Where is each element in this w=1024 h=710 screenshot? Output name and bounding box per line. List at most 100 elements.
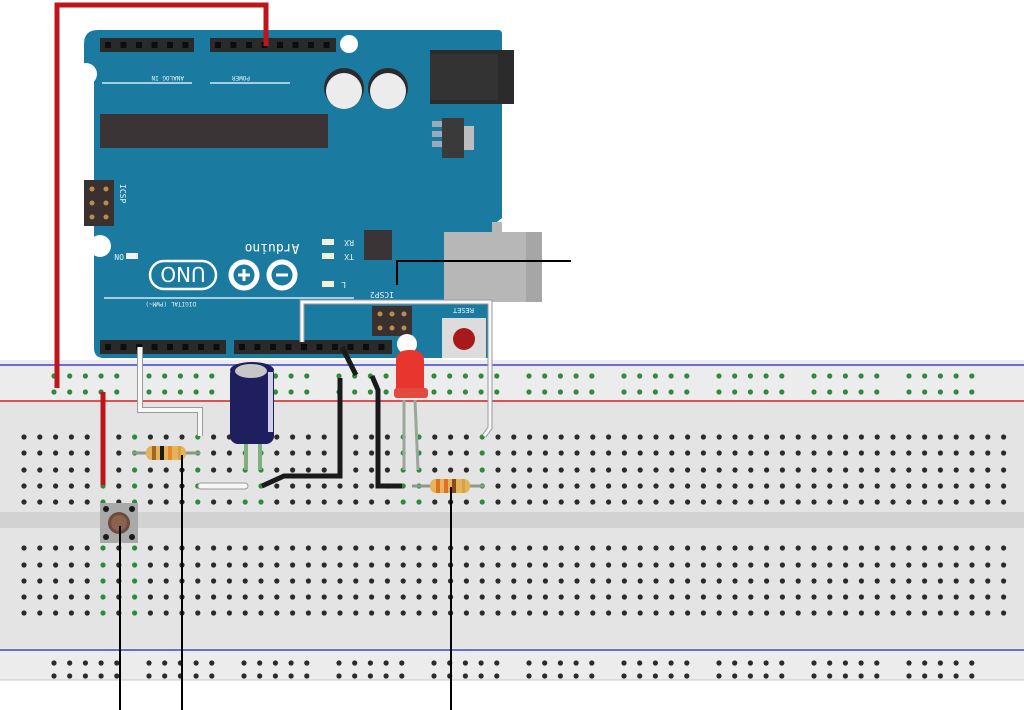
top-rail-hole	[462, 373, 468, 379]
top-rail-hole	[763, 389, 769, 395]
terminal-hole	[874, 499, 880, 505]
terminal-hole	[369, 562, 375, 568]
header-pin[interactable]	[332, 344, 338, 350]
terminal-hole	[290, 434, 296, 440]
terminal-hole	[685, 483, 691, 489]
terminal-hole	[195, 545, 201, 551]
header-pin[interactable]	[246, 42, 252, 48]
bottom-rail-hole	[652, 660, 659, 666]
terminal-hole	[384, 594, 390, 600]
header-pin[interactable]	[230, 42, 237, 48]
header-pin[interactable]	[378, 344, 385, 350]
terminal-hole	[764, 499, 770, 505]
terminal-hole	[874, 450, 880, 456]
terminal-hole	[147, 578, 153, 584]
header-pin[interactable]	[292, 42, 299, 48]
top-rail-hole	[906, 389, 912, 395]
terminal-hole	[953, 610, 959, 616]
terminal-hole	[590, 545, 596, 551]
header-pin[interactable]	[270, 344, 276, 350]
terminal-hole	[21, 499, 27, 505]
top-rail-hole	[478, 389, 484, 395]
terminal-hole	[937, 562, 944, 568]
header-pin[interactable]	[215, 42, 221, 48]
terminal-hole	[795, 562, 801, 568]
terminal-hole	[843, 467, 849, 473]
bottom-rail-hole	[431, 660, 437, 666]
terminal-hole	[621, 499, 628, 505]
header-pin[interactable]	[120, 42, 127, 48]
terminal-hole	[685, 467, 691, 473]
terminal-hole	[53, 545, 59, 551]
terminal-hole	[258, 499, 264, 505]
terminal-hole	[416, 594, 422, 600]
bottom-rail-hole	[367, 673, 373, 679]
top-rail-hole	[447, 373, 453, 379]
terminal-hole	[147, 562, 153, 568]
header-pin[interactable]	[167, 42, 173, 48]
header-pin[interactable]	[167, 344, 173, 350]
terminal-hole	[53, 450, 59, 456]
terminal-hole	[1001, 594, 1007, 600]
icsp2-header	[372, 306, 412, 336]
terminal-hole	[779, 545, 786, 551]
header-pin[interactable]	[347, 344, 354, 350]
top-rail-hole	[779, 389, 785, 395]
terminal-hole	[369, 610, 375, 616]
bottom-rail-hole	[827, 673, 833, 679]
terminal-hole	[653, 499, 659, 505]
header-pin[interactable]	[277, 42, 283, 48]
terminal-hole	[321, 467, 327, 473]
terminal-hole	[621, 562, 628, 568]
terminal-hole	[432, 545, 438, 551]
terminal-hole	[53, 434, 59, 440]
terminal-hole	[732, 610, 738, 616]
terminal-hole	[100, 545, 106, 551]
terminal-hole	[937, 545, 944, 551]
reset-button[interactable]	[442, 318, 486, 358]
bottom-rail-hole	[542, 660, 548, 666]
header-pin[interactable]	[308, 42, 314, 48]
top-rail-hole	[811, 389, 817, 395]
terminal-hole	[700, 483, 707, 489]
terminal-hole	[985, 562, 991, 568]
mounting-hole	[340, 35, 358, 53]
terminal-hole	[748, 467, 754, 473]
header-pin[interactable]	[136, 42, 142, 48]
header-pin[interactable]	[363, 344, 369, 350]
terminal-hole	[400, 610, 406, 616]
header-pin[interactable]	[182, 42, 189, 48]
terminal-hole	[937, 467, 944, 473]
header-pin[interactable]	[301, 344, 307, 350]
terminal-hole	[527, 483, 533, 489]
bottom-rail-hole	[969, 673, 975, 679]
header-pin[interactable]	[120, 344, 127, 350]
bottom-rail-hole	[146, 673, 152, 679]
header-pin[interactable]	[182, 344, 189, 350]
header-pin[interactable]	[198, 344, 204, 350]
terminal-hole	[1001, 610, 1007, 616]
terminal-hole	[890, 610, 896, 616]
top-rail-hole	[288, 373, 294, 379]
terminal-hole	[37, 483, 43, 489]
top-rail-hole	[652, 373, 659, 379]
header-pin[interactable]	[316, 344, 323, 350]
header-pin[interactable]	[213, 344, 220, 350]
bottom-rail-hole	[526, 660, 532, 666]
terminal-hole	[147, 594, 153, 600]
on-indicator-led	[126, 253, 138, 259]
header-pin[interactable]	[254, 344, 261, 350]
terminal-hole	[590, 562, 596, 568]
bottom-rail-hole	[462, 673, 468, 679]
header-pin[interactable]	[239, 344, 245, 350]
header-pin[interactable]	[323, 42, 330, 48]
terminal-hole	[211, 499, 217, 505]
header-pin[interactable]	[105, 344, 111, 350]
terminal-hole	[432, 499, 438, 505]
terminal-hole	[637, 610, 643, 616]
header-pin[interactable]	[285, 344, 292, 350]
header-pin[interactable]	[151, 42, 158, 48]
header-pin[interactable]	[105, 42, 111, 48]
terminal-hole	[843, 594, 849, 600]
header-pin[interactable]	[151, 344, 158, 350]
